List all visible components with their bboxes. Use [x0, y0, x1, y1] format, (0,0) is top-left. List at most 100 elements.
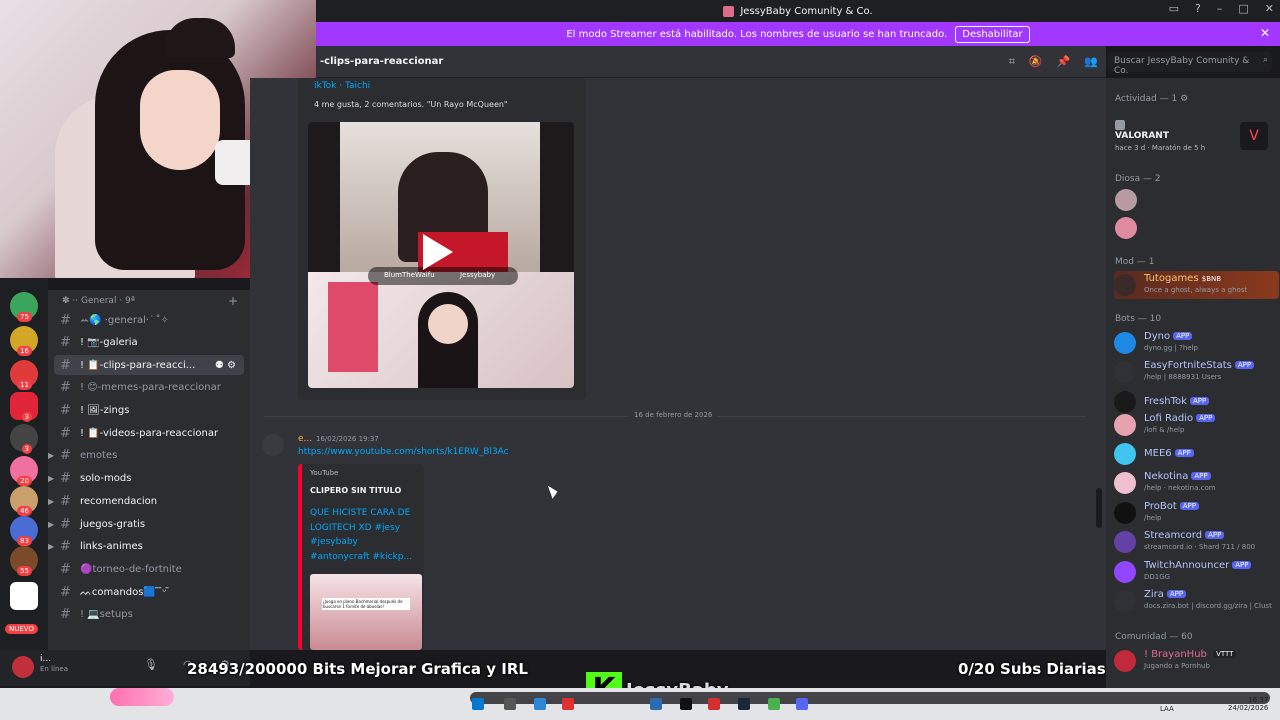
embed-desc-line: #antonycraft #kickp... [310, 551, 413, 562]
embed-desc[interactable]: QUE HICISTE CARA DE LOGITECH XD #jesy #j… [310, 506, 412, 564]
channel-label: setups [99, 608, 133, 620]
chevron-right-icon: ▶ [48, 541, 55, 551]
clock-time: 16:37 [1248, 696, 1269, 704]
browser-icon[interactable] [534, 698, 546, 710]
folder-emotes[interactable]: ▶ # emotes [48, 445, 244, 465]
channel-zings[interactable]: # ! 🖼 -zings [54, 400, 244, 420]
taskbar-app-icon[interactable] [562, 698, 574, 710]
member-bot[interactable]: Lofi Radio APP/lofi & /help [1114, 411, 1279, 439]
server-icon[interactable]: 83 [10, 516, 38, 546]
server-icon[interactable]: 3 [10, 424, 38, 454]
member-bot[interactable]: MEE6 APP [1114, 440, 1279, 468]
server-icon[interactable]: 3 [10, 392, 38, 422]
taskbar-app-icon[interactable] [650, 698, 662, 710]
steam-icon[interactable] [738, 698, 750, 710]
maximize-button[interactable]: □ [1238, 2, 1248, 15]
channel-label: links-animes [80, 540, 143, 552]
server-icon[interactable]: 75 [10, 292, 38, 322]
banner-text: El modo Streamer está habilitado. Los no… [566, 28, 948, 40]
windows-start-icon[interactable] [472, 698, 484, 710]
overlay-dark-strip [470, 692, 1270, 704]
channel-label: solo-mods [80, 472, 132, 484]
folder-recomendacion[interactable]: ▶ # recomendacion [48, 491, 244, 511]
message-link[interactable]: https://www.youtube.com/shorts/k1ERW_Bl3… [298, 447, 509, 457]
member-tutogames[interactable]: Tutogames $BNB Once a ghost, always a gh… [1114, 271, 1279, 299]
discord-icon[interactable] [796, 698, 808, 710]
channel-general[interactable]: # ꕀ🌎 · general · ͘ ˚✧ [54, 310, 244, 330]
member-bot[interactable]: EasyFortniteStats APP/help | 8888931 User… [1114, 358, 1279, 386]
folder-solo-mods[interactable]: ▶ # solo-mods [48, 468, 244, 488]
member-status: Once a ghost, always a ghost [1144, 286, 1248, 294]
channel-videos[interactable]: # ! 📋 -videos-para-reaccionar [54, 423, 244, 443]
channel-torneo[interactable]: # 🟣 torneo-de-fortnite [54, 559, 244, 579]
server-icon[interactable]: 46 [10, 486, 38, 516]
taskbar-app-icon[interactable] [680, 698, 692, 710]
avatar[interactable] [1115, 120, 1125, 130]
server-badge: 83 [17, 536, 32, 546]
threads-icon[interactable]: ⌗ [1009, 55, 1015, 69]
video-thumbnail[interactable]: BlumTheWaifu Jessybaby [308, 122, 574, 388]
date-divider: 16 de febrero de 2026 [628, 411, 719, 419]
header-icons: ⌗ 🔕 📌 👥 [1009, 55, 1098, 69]
server-icon[interactable]: 11 [10, 360, 38, 390]
gear-icon[interactable]: ⚙ [1180, 94, 1188, 104]
search-input[interactable]: Buscar JessyBaby Comunity & Co. ⌕ [1108, 52, 1272, 76]
minimize-button[interactable]: – [1217, 2, 1223, 15]
avatar [1114, 391, 1136, 413]
embed-title[interactable]: CLIPERO SIN TITULO [310, 486, 401, 495]
chevron-right-icon: ▶ [48, 450, 55, 460]
activity-game[interactable]: VALORANT [1115, 131, 1169, 141]
channel-deco: ! 📋 [80, 359, 100, 371]
server-icon[interactable]: 16 [10, 326, 38, 356]
member-bot[interactable]: Nekotina APP/help · nekotina.com [1114, 469, 1279, 497]
chevron-right-icon: ▶ [48, 473, 55, 483]
server-icon[interactable] [10, 582, 38, 610]
member-bot[interactable]: ProBot APP/help [1114, 499, 1279, 527]
embed-author[interactable]: ikTok · Taichi [314, 81, 370, 91]
new-badge: NUEVO [5, 624, 38, 634]
avatar[interactable] [1115, 189, 1137, 211]
pin-icon[interactable]: 📌 [1057, 55, 1071, 69]
member-bot[interactable]: Dyno APP dyno.gg | ?help [1114, 329, 1279, 357]
channel-galeria[interactable]: # ! 📷 -galeria [54, 332, 244, 352]
server-badge: 3 [21, 444, 32, 454]
member-name: Zira [1144, 589, 1164, 600]
embed-thumbnail[interactable]: ¡Juega en pleno Bachmerial después de bu… [310, 574, 422, 650]
notifications-icon[interactable]: 🔕 [1029, 55, 1043, 69]
server-badge: 3 [21, 412, 32, 422]
disable-streamer-button[interactable]: Deshabilitar [955, 25, 1030, 43]
server-icon[interactable]: 55 [10, 546, 38, 576]
invite-settings-icon[interactable]: ⚉ ⚙ [215, 360, 236, 371]
folder-juegos-gratis[interactable]: ▶ # juegos-gratis [48, 514, 244, 534]
member-bot[interactable]: Zira APP docs.zira.bot | discord.gg/zira |… [1114, 587, 1279, 615]
language-indicator[interactable]: LAA [1160, 705, 1174, 713]
help-icon[interactable]: ? [1195, 2, 1201, 15]
server-icon[interactable]: 20 [10, 456, 38, 486]
taskbar-app-icon[interactable] [708, 698, 720, 710]
bot-tag: APP [1189, 397, 1210, 405]
avatar [1114, 590, 1136, 612]
channel-memes[interactable]: # ! 😊 -memes-para-reaccionar [54, 377, 244, 397]
scrollbar-thumb[interactable] [1096, 488, 1102, 528]
taskbar-search-icon[interactable] [504, 698, 516, 710]
play-icon[interactable] [423, 234, 453, 270]
channel-comandos[interactable]: # ᨓ comandos 🟦 ̄ ̄ᵕ ̄ [54, 582, 244, 602]
close-icon[interactable]: ✕ [1260, 26, 1270, 40]
taskbar-app-icon[interactable] [768, 698, 780, 710]
inbox-icon[interactable]: ▭ [1169, 2, 1179, 15]
diosa-header: Diosa — 2 [1115, 174, 1161, 184]
channel-setups[interactable]: # ! 💻 setups [54, 604, 244, 624]
category-general[interactable]: ✽ ·· General · 9ª [62, 296, 135, 306]
member-bot[interactable]: TwitchAnnouncer APP DD1GG [1114, 558, 1279, 586]
add-channel-icon[interactable]: + [228, 294, 238, 308]
members-icon[interactable]: 👥 [1084, 55, 1098, 69]
close-window-button[interactable]: ✕ [1265, 2, 1274, 15]
avatar [1114, 472, 1136, 494]
member-bot[interactable]: Streamcord APP streamcord.io · Shard 711 /… [1114, 528, 1279, 556]
avatar[interactable] [262, 434, 284, 456]
clock[interactable]: 16:37 24/02/2026 [1228, 696, 1268, 712]
avatar[interactable] [1115, 217, 1137, 239]
channel-clips-para-reaccionar[interactable]: # ! 📋 -clips-para-reacci... ⚉ ⚙ [54, 355, 244, 375]
message-author[interactable]: e... [298, 434, 312, 444]
folder-links-animes[interactable]: ▶ # links-animes [48, 536, 244, 556]
